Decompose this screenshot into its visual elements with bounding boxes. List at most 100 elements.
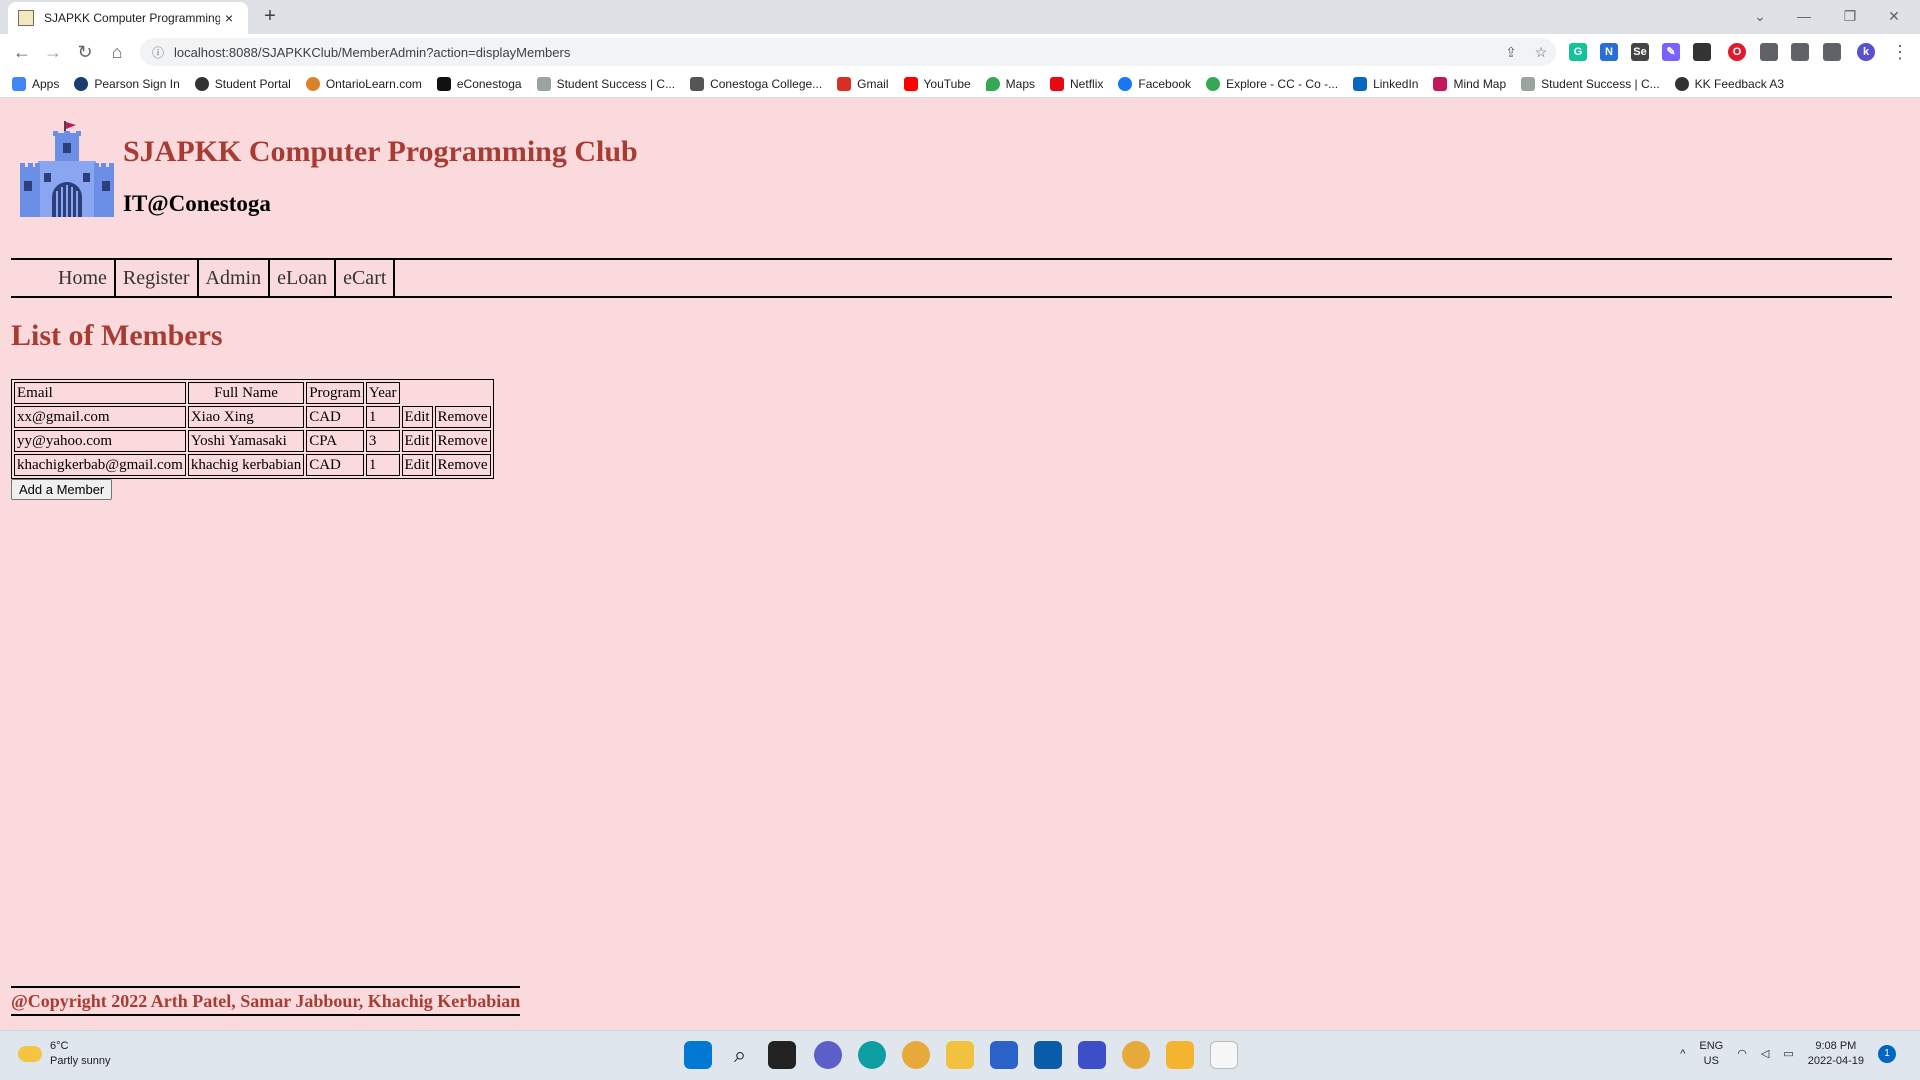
- app-hex-icon[interactable]: [1166, 1041, 1194, 1069]
- column-header-year: Year: [365, 382, 400, 404]
- bookmark-label: Conestoga College...: [710, 76, 823, 91]
- url-text[interactable]: localhost:8088/SJAPKKClub/MemberAdmin?ac…: [174, 45, 1496, 60]
- browser-tab[interactable]: SJAPKK Computer Programming ×: [8, 2, 248, 34]
- restore-icon[interactable]: ❐: [1830, 4, 1870, 28]
- forward-icon[interactable]: →: [39, 39, 67, 65]
- wifi-icon[interactable]: ◠: [1737, 1047, 1747, 1062]
- language-indicator[interactable]: ENG US: [1699, 1039, 1723, 1069]
- bookmark-linkedin[interactable]: LinkedIn: [1353, 76, 1419, 91]
- reading-list-icon[interactable]: [1791, 43, 1809, 61]
- extensions-puzzle-icon[interactable]: [1760, 43, 1778, 61]
- grammarly-extension-icon[interactable]: G: [1569, 43, 1587, 61]
- volume-icon[interactable]: ◁: [1761, 1047, 1769, 1062]
- browser-toolbar: ← → ↻ ⌂ ⓘ localhost:8088/SJAPKKClub/Memb…: [0, 34, 1920, 70]
- snipping-tool-icon[interactable]: [1210, 1041, 1238, 1069]
- chevron-up-icon[interactable]: ^: [1680, 1047, 1685, 1062]
- bookmark-kk-feedback[interactable]: KK Feedback A3: [1674, 76, 1784, 91]
- gmail-icon: [837, 76, 852, 91]
- outlook-icon[interactable]: [1034, 1041, 1062, 1069]
- battery-icon[interactable]: ▭: [1783, 1047, 1793, 1062]
- store-icon[interactable]: [990, 1041, 1018, 1069]
- tab-title: SJAPKK Computer Programming: [44, 11, 220, 25]
- search-icon[interactable]: ⌕: [726, 1041, 754, 1069]
- bookmark-maps[interactable]: Maps: [985, 76, 1035, 91]
- windows-taskbar: 6°C Partly sunny ⌕ ^ ENG US ◠ ◁ ▭ 9:08 P…: [0, 1030, 1920, 1080]
- language-code: ENG: [1699, 1040, 1724, 1052]
- bookmark-label: Explore - CC - Co -...: [1226, 76, 1339, 91]
- bookmark-star-icon[interactable]: ☆: [1526, 44, 1556, 61]
- teams-chat-icon[interactable]: [814, 1041, 842, 1069]
- profile-avatar[interactable]: k: [1857, 43, 1875, 61]
- bookmarks-bar: Apps Pearson Sign In Student Portal Onta…: [0, 70, 1920, 98]
- site-favicon-icon: [18, 10, 34, 26]
- remove-link[interactable]: Remove: [438, 409, 488, 425]
- remove-link[interactable]: Remove: [438, 433, 488, 449]
- tab-search-icon[interactable]: ⌄: [1740, 4, 1780, 28]
- table-header-row: Email Full Name Program Year: [14, 382, 491, 404]
- file-explorer-icon[interactable]: [946, 1041, 974, 1069]
- clock[interactable]: 9:08 PM 2022-04-19: [1808, 1039, 1864, 1069]
- edit-link[interactable]: Edit: [405, 409, 430, 425]
- bookmark-apps[interactable]: Apps: [12, 76, 60, 91]
- pen-extension-icon[interactable]: ✎: [1662, 43, 1680, 61]
- selenium-extension-icon[interactable]: Se: [1631, 43, 1649, 61]
- nav-ecart[interactable]: eCart: [336, 260, 396, 296]
- weather-condition: Partly sunny: [50, 1055, 111, 1067]
- bookmark-conestoga-college[interactable]: Conestoga College...: [690, 76, 823, 91]
- bookmark-explore-cc[interactable]: Explore - CC - Co -...: [1206, 76, 1339, 91]
- student-success-icon: [536, 76, 551, 91]
- share-icon[interactable]: ⇪: [1496, 44, 1526, 61]
- remove-link[interactable]: Remove: [438, 457, 488, 473]
- chrome-icon[interactable]: [902, 1041, 930, 1069]
- clock-date: 2022-04-19: [1807, 1055, 1864, 1067]
- chrome-profile-icon[interactable]: [1122, 1041, 1150, 1069]
- explore-check-icon: [1206, 76, 1221, 91]
- opera-extension-icon[interactable]: O: [1728, 43, 1746, 61]
- start-windows-icon[interactable]: [684, 1041, 712, 1069]
- edit-link[interactable]: Edit: [405, 433, 430, 449]
- add-member-button[interactable]: Add a Member: [11, 479, 113, 500]
- conestoga-icon: [690, 76, 705, 91]
- bookmark-label: OntarioLearn.com: [325, 76, 422, 91]
- bookmark-mind-map[interactable]: Mind Map: [1433, 76, 1506, 91]
- window-close-icon[interactable]: ✕: [1874, 4, 1914, 28]
- side-panel-icon[interactable]: [1823, 43, 1841, 61]
- edit-cell: Edit: [401, 430, 433, 452]
- bookmark-netflix[interactable]: Netflix: [1050, 76, 1103, 91]
- bookmark-label: LinkedIn: [1373, 76, 1419, 91]
- new-tab-button[interactable]: +: [256, 5, 284, 29]
- visual-studio-icon[interactable]: [1078, 1041, 1106, 1069]
- bookmark-student-success[interactable]: Student Success | C...: [536, 76, 675, 91]
- minimize-icon[interactable]: —: [1784, 4, 1824, 28]
- weather-widget[interactable]: 6°C Partly sunny: [18, 1039, 111, 1069]
- bookmark-facebook[interactable]: Facebook: [1118, 76, 1191, 91]
- nav-eloan[interactable]: eLoan: [270, 260, 337, 296]
- nav-home[interactable]: Home: [51, 260, 116, 296]
- notion-extension-icon[interactable]: N: [1600, 43, 1618, 61]
- system-tray: ^ ENG US ◠ ◁ ▭ 9:08 PM 2022-04-19 1: [1666, 1039, 1896, 1069]
- address-bar[interactable]: ⓘ localhost:8088/SJAPKKClub/MemberAdmin?…: [140, 38, 1556, 66]
- nav-admin[interactable]: Admin: [199, 260, 271, 296]
- notification-badge[interactable]: 1: [1878, 1045, 1896, 1063]
- bookmark-ontariolearn[interactable]: OntarioLearn.com: [305, 76, 422, 91]
- reload-icon[interactable]: ↻: [71, 39, 99, 65]
- bookmark-pearson[interactable]: Pearson Sign In: [74, 76, 180, 91]
- media-extension-icon[interactable]: [1693, 43, 1711, 61]
- nav-register[interactable]: Register: [116, 260, 199, 296]
- site-info-icon[interactable]: ⓘ: [152, 44, 164, 61]
- chrome-menu-icon[interactable]: ⋮: [1886, 39, 1914, 65]
- bookmark-gmail[interactable]: Gmail: [837, 76, 889, 91]
- bookmark-youtube[interactable]: YouTube: [903, 76, 971, 91]
- tab-close-icon[interactable]: ×: [220, 10, 238, 26]
- edit-link[interactable]: Edit: [405, 457, 430, 473]
- edge-icon[interactable]: [858, 1041, 886, 1069]
- task-view-icon[interactable]: [768, 1041, 796, 1069]
- bookmark-label: Apps: [32, 76, 60, 91]
- bookmark-econestoga[interactable]: eConestoga: [436, 76, 522, 91]
- bookmark-student-portal[interactable]: Student Portal: [194, 76, 291, 91]
- back-icon[interactable]: ←: [8, 39, 36, 65]
- home-icon[interactable]: ⌂: [103, 39, 131, 65]
- bookmark-student-success-2[interactable]: Student Success | C...: [1521, 76, 1660, 91]
- cell-program: CAD: [306, 454, 364, 476]
- cell-program: CAD: [306, 406, 364, 428]
